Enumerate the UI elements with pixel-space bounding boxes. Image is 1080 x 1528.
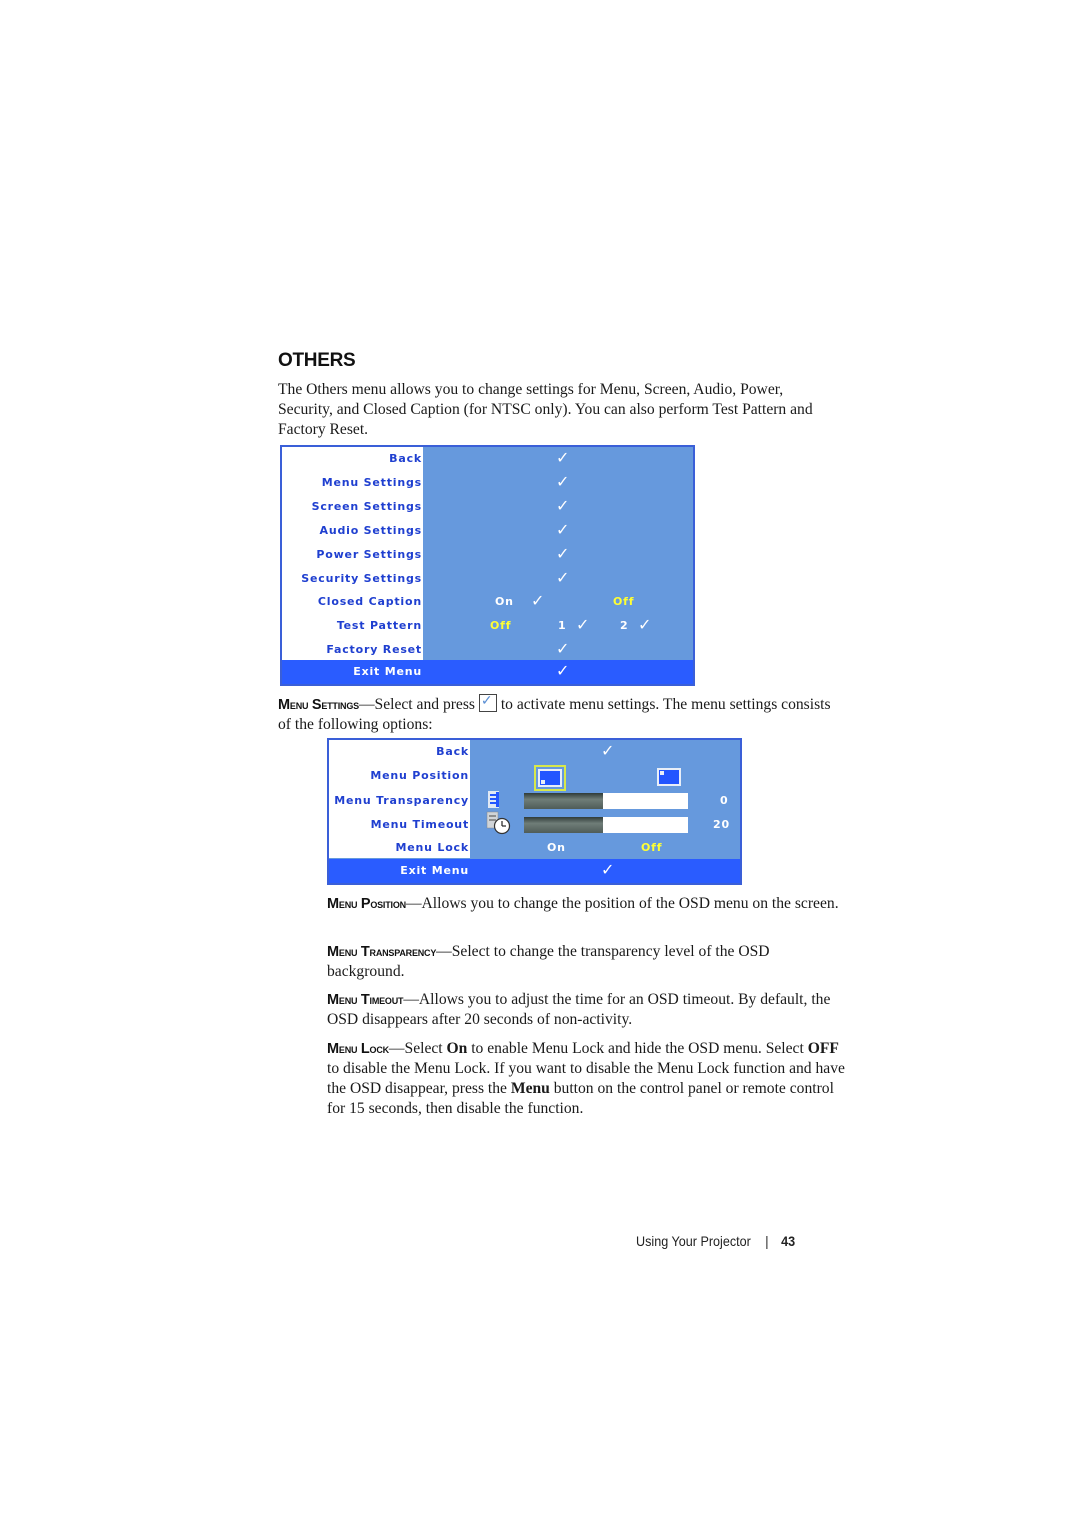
- menu-settings-lead: Menu Settings: [278, 697, 359, 713]
- check-icon: ✓: [601, 741, 616, 760]
- osd-row-back[interactable]: Back ✓: [329, 740, 740, 764]
- transparency-slider-fill: [524, 793, 603, 809]
- section-title: OTHERS: [278, 350, 356, 371]
- footer-chapter: Using Your Projector: [636, 1233, 751, 1249]
- test-pattern-2-option[interactable]: 2: [620, 619, 628, 632]
- description-text: to enable Menu Lock and hide the OSD men…: [467, 1040, 808, 1057]
- osd-row-label: Back: [436, 745, 469, 758]
- osd-row-label: Test Pattern: [336, 619, 422, 632]
- osd-row-label: Exit Menu: [353, 665, 422, 678]
- osd-row-menu-lock[interactable]: Menu Lock On Off: [329, 836, 740, 860]
- osd-menu-settings: Back ✓ Menu Position Menu Transparency 0…: [327, 738, 742, 885]
- transparency-slider[interactable]: [524, 793, 688, 809]
- osd-row-label: Back: [389, 452, 422, 465]
- timeout-slider-fill: [524, 817, 603, 833]
- description-lead: Menu Lock: [327, 1041, 389, 1057]
- check-icon: ✓: [556, 639, 571, 658]
- check-button-icon: ✓: [478, 694, 497, 712]
- osd-row-label: Menu Transparency: [334, 794, 469, 807]
- menu-transparency-description: Menu Transparency—Select to change the t…: [327, 942, 847, 982]
- bottom-left-position-icon: [538, 769, 562, 787]
- osd-others-menu: Back ✓ Menu Settings ✓ Screen Settings ✓…: [280, 445, 695, 686]
- check-icon: ✓: [531, 591, 546, 610]
- menu-settings-text: —Select and press: [358, 696, 475, 713]
- check-icon: ✓: [601, 860, 616, 879]
- osd-row-label: Menu Timeout: [370, 818, 469, 831]
- osd-row-label: Menu Settings: [321, 476, 422, 489]
- timeout-value: 20: [713, 818, 730, 831]
- timeout-slider[interactable]: [524, 817, 688, 833]
- check-icon: ✓: [556, 661, 571, 680]
- menu-timeout-description: Menu Timeout—Allows you to adjust the ti…: [327, 990, 847, 1030]
- description-lead: Menu Position: [327, 896, 406, 912]
- footer-separator: |: [765, 1233, 769, 1249]
- transparency-value: 0: [720, 794, 729, 807]
- osd-row-menu-settings[interactable]: Menu Settings ✓: [282, 471, 693, 495]
- osd-row-power-settings[interactable]: Power Settings ✓: [282, 543, 693, 567]
- test-pattern-1-option[interactable]: 1: [558, 619, 566, 632]
- osd-row-label: Menu Lock: [395, 841, 469, 854]
- osd-row-back[interactable]: Back ✓: [282, 447, 693, 471]
- menu-settings-paragraph: Menu Settings—Select and press ✓ to acti…: [278, 694, 838, 735]
- menu-keyword: Menu: [510, 1080, 550, 1097]
- osd-row-menu-transparency[interactable]: Menu Transparency 0: [329, 789, 740, 813]
- osd-row-menu-timeout[interactable]: Menu Timeout 20: [329, 811, 740, 837]
- test-pattern-off-option[interactable]: Off: [490, 619, 511, 632]
- intro-paragraph: The Others menu allows you to change set…: [278, 381, 813, 438]
- osd-row-label: Screen Settings: [311, 500, 422, 513]
- check-icon: ✓: [556, 496, 571, 515]
- description-lead: Menu Transparency: [327, 944, 437, 960]
- timeout-clock-icon: [486, 811, 511, 835]
- osd-row-label: Security Settings: [301, 572, 422, 585]
- on-keyword: On: [446, 1040, 468, 1057]
- check-icon: ✓: [556, 520, 571, 539]
- check-icon: ✓: [576, 615, 591, 634]
- top-left-position-icon[interactable]: [657, 768, 681, 786]
- description-text: —Allows you to change the position of th…: [405, 895, 839, 912]
- menu-position-description: Menu Position—Allows you to change the p…: [327, 894, 847, 914]
- off-keyword: OFF: [807, 1040, 839, 1057]
- osd-row-screen-settings[interactable]: Screen Settings ✓: [282, 495, 693, 519]
- menu-lock-off-option[interactable]: Off: [641, 841, 662, 854]
- transparency-icon: [488, 791, 499, 808]
- page-footer: Using Your Projector | 43: [636, 1233, 795, 1249]
- osd-row-test-pattern[interactable]: Test Pattern Off 1 ✓ 2 ✓: [282, 614, 693, 638]
- description-text: —Select: [388, 1040, 447, 1057]
- menu-lock-description: Menu Lock—Select On to enable Menu Lock …: [327, 1039, 847, 1119]
- check-icon: ✓: [638, 615, 653, 634]
- osd-row-label: Audio Settings: [319, 524, 422, 537]
- check-icon: ✓: [556, 472, 571, 491]
- closed-caption-off-option[interactable]: Off: [613, 595, 634, 608]
- check-icon: ✓: [556, 448, 571, 467]
- menu-lock-on-option[interactable]: On: [547, 841, 566, 854]
- description-lead: Menu Timeout: [327, 992, 404, 1008]
- osd-row-audio-settings[interactable]: Audio Settings ✓: [282, 519, 693, 543]
- position-option-bottom-left[interactable]: [534, 765, 566, 791]
- osd-row-closed-caption[interactable]: Closed Caption On ✓ Off: [282, 590, 693, 614]
- osd-row-factory-reset[interactable]: Factory Reset ✓: [282, 638, 693, 662]
- osd-row-label: Exit Menu: [400, 864, 469, 877]
- osd-row-menu-position[interactable]: Menu Position: [329, 764, 740, 791]
- check-icon: ✓: [556, 544, 571, 563]
- closed-caption-on-option[interactable]: On: [495, 595, 514, 608]
- osd-row-label: Menu Position: [370, 769, 469, 782]
- page-number: 43: [781, 1233, 796, 1249]
- osd-row-label: Power Settings: [316, 548, 422, 561]
- description-text: —Allows you to adjust the time for an OS…: [327, 991, 831, 1028]
- osd-row-security-settings[interactable]: Security Settings ✓: [282, 567, 693, 591]
- check-icon: ✓: [556, 568, 571, 587]
- osd-row-exit-menu[interactable]: Exit Menu ✓: [282, 660, 693, 684]
- osd-row-exit-menu[interactable]: Exit Menu ✓: [329, 859, 740, 883]
- osd-row-label: Closed Caption: [317, 595, 422, 608]
- osd-row-label: Factory Reset: [326, 643, 422, 656]
